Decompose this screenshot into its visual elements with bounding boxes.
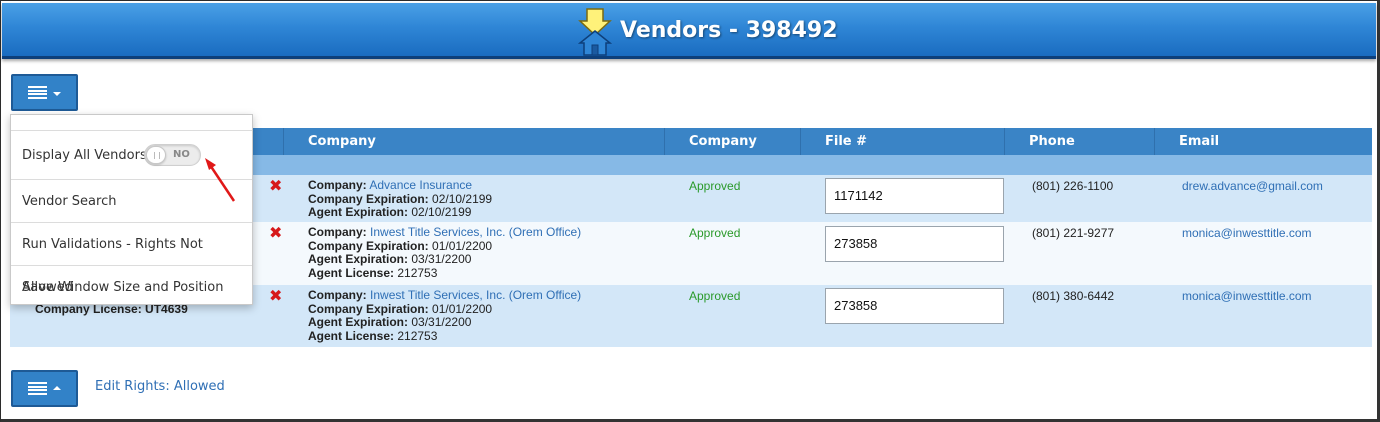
email-link[interactable]: monica@inwesttitle.com [1182, 226, 1312, 240]
actions-dropdown-menu: Display All Vendors: NO Vendor Search Ru… [10, 114, 253, 305]
column-header-email[interactable]: Email [1154, 128, 1372, 155]
x-delete-icon[interactable]: ✖ [269, 179, 282, 195]
chevron-down-icon [53, 91, 61, 96]
phone-number: (801) 226-1100 [1032, 179, 1114, 193]
status-badge: Approved [689, 226, 741, 240]
hamburger-menu-icon [28, 86, 47, 99]
status-badge: Approved [689, 289, 741, 303]
file-number-input[interactable]: 273858 [825, 288, 1004, 324]
status-badge: Approved [689, 179, 741, 193]
display-all-toggle[interactable]: NO [144, 144, 201, 166]
x-delete-icon[interactable]: ✖ [269, 289, 282, 305]
hamburger-menu-icon [28, 382, 47, 395]
column-header-phone[interactable]: Phone [1004, 128, 1154, 155]
chevron-up-icon [53, 385, 61, 390]
toggle-state-label: NO [173, 149, 190, 160]
bottom-actions-menu-button[interactable] [11, 370, 78, 407]
phone-number: (801) 380-6442 [1032, 289, 1115, 303]
page-title: Vendors - 398492 [620, 18, 838, 43]
actions-menu-button[interactable] [11, 74, 78, 111]
email-link[interactable]: drew.advance@gmail.com [1182, 179, 1323, 193]
menu-item-run-validations[interactable]: Run Validations - Rights Not Allowed [11, 222, 252, 295]
edit-rights-link[interactable]: Edit Rights: Allowed [95, 379, 225, 394]
vendor-home-icon [577, 8, 613, 56]
menu-item-save-window-size[interactable]: Save Window Size and Position [11, 265, 252, 308]
company-details: Company: Advance Insurance Company Expir… [308, 178, 493, 219]
file-number-input[interactable]: 1171142 [825, 178, 1004, 214]
column-header-status[interactable]: Company Status [664, 128, 800, 176]
column-header-file[interactable]: File # [800, 128, 1004, 155]
file-number-input[interactable]: 273858 [825, 226, 1004, 262]
x-delete-icon[interactable]: ✖ [269, 226, 282, 242]
toggle-knob [146, 146, 166, 164]
column-header-company[interactable]: Company [283, 128, 664, 155]
display-all-label: Display All Vendors: [22, 148, 152, 163]
email-link[interactable]: monica@inwesttitle.com [1182, 289, 1312, 303]
company-details: Company: Inwest Title Services, Inc. (Or… [308, 288, 582, 343]
company-link[interactable]: Inwest Title Services, Inc. (Orem Office… [370, 225, 581, 239]
company-link[interactable]: Inwest Title Services, Inc. (Orem Office… [370, 288, 581, 302]
title-bar: Vendors - 398492 [2, 3, 1376, 59]
company-details: Company: Inwest Title Services, Inc. (Or… [308, 225, 582, 280]
annotation-arrow-icon [205, 158, 236, 202]
company-link[interactable]: Advance Insurance [369, 178, 472, 192]
phone-number: (801) 221-9277 [1032, 226, 1115, 240]
